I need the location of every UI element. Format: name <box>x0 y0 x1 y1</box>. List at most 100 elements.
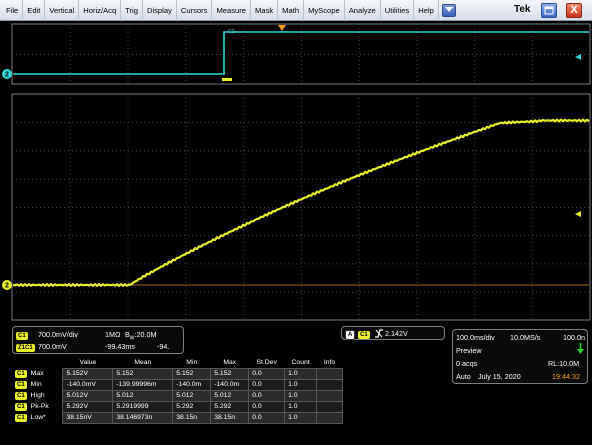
measurement-source-badge: C1 <box>15 413 27 422</box>
bw-value: :20.0M <box>134 330 157 339</box>
ch2-right-marker <box>575 54 581 60</box>
measurement-label: C1 Low* <box>13 412 63 423</box>
sample-rate: 10.0MS/s <box>510 333 541 342</box>
trigger-mode-wrap: A <box>345 329 356 340</box>
ch1-trigger-highlight <box>222 78 232 81</box>
upper-graticule-grid <box>12 24 589 85</box>
measurement-info <box>316 411 343 424</box>
measurement-mean: 5.152 <box>112 367 174 380</box>
info-panel: C1 700.0mV/div 1MΩ BW:20.0M Z1C1 700.0mV… <box>0 322 592 445</box>
zoom-badge-wrap: Z1C1 <box>16 342 35 352</box>
measurement-label: C1 Min <box>13 379 63 390</box>
measurement-rows: C1 Max 5.152V 5.152 5.152 5.152 0.0 1.0 C1 Min -14… <box>13 367 343 424</box>
measurement-min: 5.292 <box>172 400 212 413</box>
measurement-count: 1.0 <box>284 367 318 380</box>
zoom-badge: Z1C1 <box>16 344 35 352</box>
menu-horiz-acq[interactable]: Horiz/Acq <box>79 0 122 21</box>
measurement-max: -140.0m <box>210 378 250 391</box>
measurement-min: 38.15n <box>172 411 212 424</box>
waveform-graticule: C2 2 2 <box>2 23 591 321</box>
measurement-header-row: Value Mean Min Max St Dev Count Info <box>13 358 343 368</box>
measurement-max: 5.012 <box>210 389 250 402</box>
ch1-scale: 700.0mV/div <box>38 330 78 339</box>
measurement-max: 5.152 <box>210 367 250 380</box>
menu-display[interactable]: Display <box>143 0 177 21</box>
measurement-row[interactable]: C1 Low* 38.15nV 38.146973n 38.15n 38.15n 0.0 1.… <box>13 411 343 424</box>
measurement-stdev: 0.0 <box>248 367 286 380</box>
minimize-icon <box>544 6 554 15</box>
measurement-row[interactable]: C1 High 5.012V 5.012 5.012 5.012 0.0 1.0 <box>13 389 343 402</box>
trigger-readout[interactable]: A C1 2.142V <box>341 326 445 340</box>
measurement-mean: -139.99996m <box>112 378 174 391</box>
arrow-down-icon <box>577 343 584 354</box>
menu-math[interactable]: Math <box>278 0 305 21</box>
zoom-scale: 700.0mV <box>38 342 67 351</box>
ch2-trace <box>13 31 589 75</box>
measurement-source-badge: C1 <box>15 402 27 411</box>
measurement-min: 5.152 <box>172 367 212 380</box>
measurement-value: 5.152V <box>62 367 114 380</box>
minimize-button[interactable] <box>541 3 557 18</box>
measurement-value: 5.012V <box>62 389 114 402</box>
measurement-row[interactable]: C1 Pk-Pk 5.292V 5.2919999 5.292 5.292 0.0 1.0 <box>13 400 343 413</box>
measurement-info <box>316 389 343 402</box>
measurement-info <box>316 367 343 380</box>
record-length: RL:10.0M <box>548 359 580 368</box>
channel-settings-box[interactable]: C1 700.0mV/div 1MΩ BW:20.0M Z1C1 700.0mV… <box>12 326 184 354</box>
measurement-min: -140.0m <box>172 378 212 391</box>
menu-myscope[interactable]: MyScope <box>304 0 345 21</box>
measurement-max: 5.292 <box>210 400 250 413</box>
measurement-mean: 5.2919999 <box>112 400 174 413</box>
measurement-value: 5.292V <box>62 400 114 413</box>
menu-bar: File Edit Vertical Horiz/Acq Trig Displa… <box>0 0 592 21</box>
close-button[interactable]: X <box>566 3 582 18</box>
measurement-count: 1.0 <box>284 378 318 391</box>
ch2-ground-marker-label: 2 <box>5 72 9 79</box>
acq-state: Preview <box>456 346 482 355</box>
measurement-row[interactable]: C1 Max 5.152V 5.152 5.152 5.152 0.0 1.0 <box>13 367 343 380</box>
waveform-display[interactable]: C2 2 2 <box>0 22 592 322</box>
menu-vertical[interactable]: Vertical <box>45 0 80 21</box>
trigger-level-marker <box>575 211 581 217</box>
menu-items: File Edit Vertical Horiz/Acq Trig Displa… <box>0 0 456 21</box>
menu-utilities[interactable]: Utilities <box>381 0 415 21</box>
header-stdev: St Dev <box>256 359 277 367</box>
menu-edit[interactable]: Edit <box>23 0 46 21</box>
menu-mask[interactable]: Mask <box>251 0 279 21</box>
menu-file[interactable]: File <box>2 0 24 21</box>
ch1-bandwidth: BW:20.0M <box>125 330 157 341</box>
measurement-row[interactable]: C1 Min -140.0mV -139.99996m -140.0m -140.0m 0.… <box>13 378 343 391</box>
chevron-down-icon <box>444 7 453 12</box>
measurement-source-badge: C1 <box>15 380 27 389</box>
measurement-name: Low* <box>30 413 46 421</box>
horizontal-acquisition-box[interactable]: 100.0ms/div 10.0MS/s 100.0n Preview 0 ac… <box>452 329 588 384</box>
menu-trig[interactable]: Trig <box>121 0 143 21</box>
measurement-value: 38.15nV <box>62 411 114 424</box>
menu-help[interactable]: Help <box>414 0 439 21</box>
zoom-extra: -94. <box>157 342 170 351</box>
measurement-info <box>316 378 343 391</box>
header-info: Info <box>323 359 336 367</box>
header-mean: Mean <box>134 359 152 367</box>
measurement-name: Max <box>30 369 44 377</box>
ch1-badge: C1 <box>16 332 28 340</box>
measurement-mean: 5.012 <box>112 389 174 402</box>
measurement-value: -140.0mV <box>62 378 114 391</box>
measurement-mean: 38.146973n <box>112 411 174 424</box>
menu-measure[interactable]: Measure <box>212 0 252 21</box>
timebase: 100.0ms/div <box>456 333 495 342</box>
rising-edge-icon <box>375 329 383 338</box>
menu-analyze[interactable]: Analyze <box>345 0 381 21</box>
measurement-source-badge: C1 <box>15 369 27 378</box>
header-max: Max <box>223 359 237 367</box>
upper-graticule-frame <box>11 23 591 85</box>
measurement-label: C1 Pk-Pk <box>13 401 63 412</box>
menu-dropdown-button[interactable] <box>441 3 456 17</box>
header-label <box>13 358 63 368</box>
measurement-stdev: 0.0 <box>248 411 286 424</box>
acq-time: 19:44:32 <box>552 372 580 381</box>
record-partial: 100.0n <box>563 333 585 342</box>
menu-cursors[interactable]: Cursors <box>177 0 213 21</box>
trigger-source-badge: C1 <box>358 331 370 339</box>
zoom-position: -99.43ms <box>105 342 135 351</box>
